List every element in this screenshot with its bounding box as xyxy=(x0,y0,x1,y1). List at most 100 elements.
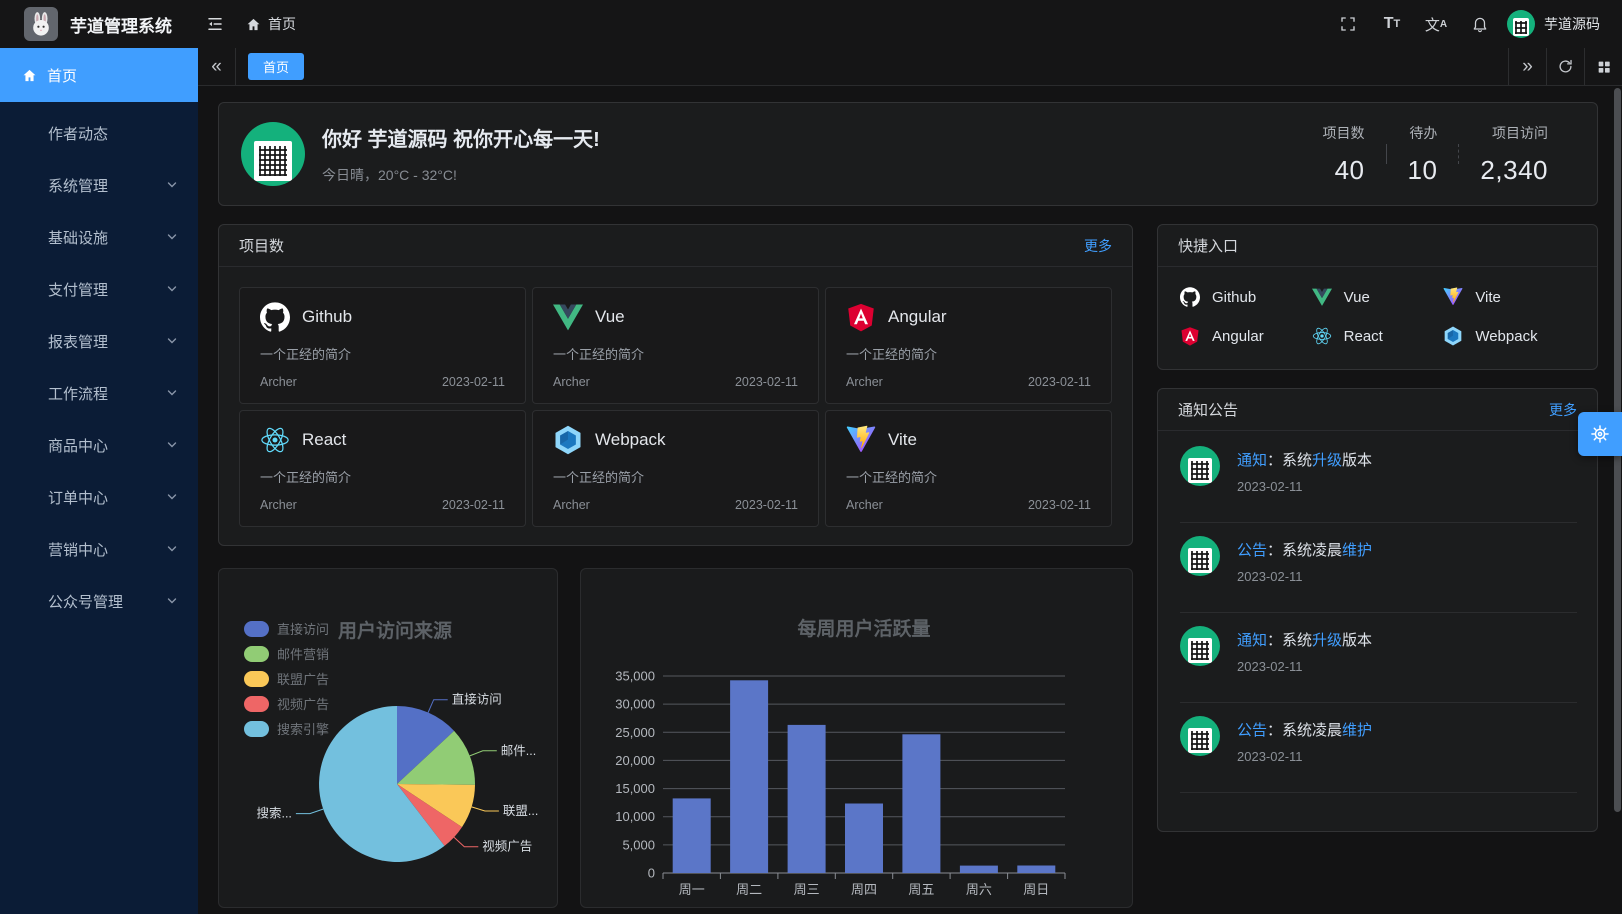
project-card-webpack[interactable]: Webpack 一个正经的简介 Archer 2023-02-11 xyxy=(532,410,819,527)
sidebar-item-home[interactable]: 首页 xyxy=(0,48,198,102)
projects-more-link[interactable]: 更多 xyxy=(1084,236,1112,256)
notice-item-0[interactable]: 通知：系统升级版本 2023-02-11 xyxy=(1180,433,1577,523)
project-name: Vue xyxy=(595,307,625,327)
notice-item-1[interactable]: 公告：系统凌晨维护 2023-02-11 xyxy=(1180,523,1577,613)
sidebar-item-label: 基础设施 xyxy=(48,227,108,248)
notice-date: 2023-02-11 xyxy=(1237,749,1372,764)
notice-title-segment: ：系统凌晨 xyxy=(1267,722,1342,739)
project-date: 2023-02-11 xyxy=(1028,375,1091,389)
project-card-react[interactable]: React 一个正经的简介 Archer 2023-02-11 xyxy=(239,410,526,527)
project-desc: 一个正经的简介 xyxy=(846,344,1091,363)
sidebar-item-label: 订单中心 xyxy=(48,487,108,508)
legend-swatch[interactable] xyxy=(244,671,269,687)
chevron-down-icon xyxy=(166,387,178,399)
sidebar-item-label: 作者动态 xyxy=(48,123,108,144)
legend-label[interactable]: 邮件营销 xyxy=(277,647,329,662)
notice-item-3[interactable]: 公告：系统凌晨维护 2023-02-11 xyxy=(1180,703,1577,793)
notices-more-link[interactable]: 更多 xyxy=(1549,400,1577,420)
sidebar-item-6[interactable]: 工作流程 xyxy=(0,367,198,419)
tabs-scroll-right-icon[interactable]: » xyxy=(1508,48,1546,85)
layout-grid-icon[interactable] xyxy=(1584,48,1622,85)
greeting-title: 你好 芋道源码 祝你开心每一天! xyxy=(322,123,600,152)
github-icon xyxy=(1180,287,1200,307)
avatar xyxy=(1507,10,1535,38)
shortcut-github[interactable]: Github xyxy=(1180,284,1312,310)
github-icon xyxy=(260,302,290,332)
shortcut-vite[interactable]: Vite xyxy=(1443,284,1575,310)
legend-swatch[interactable] xyxy=(244,696,269,712)
bar-6 xyxy=(1017,866,1055,874)
bar-ytick-label: 0 xyxy=(648,866,655,881)
angular-icon xyxy=(846,302,876,332)
project-date: 2023-02-11 xyxy=(735,375,798,389)
legend-swatch[interactable] xyxy=(244,621,269,637)
legend-label[interactable]: 视频广告 xyxy=(277,697,329,712)
bar-xtick-label: 周六 xyxy=(966,882,992,897)
legend-label[interactable]: 联盟广告 xyxy=(277,672,329,687)
chevron-down-icon xyxy=(166,439,178,451)
sidebar-item-label: 商品中心 xyxy=(48,435,108,456)
sidebar-item-5[interactable]: 报表管理 xyxy=(0,315,198,367)
notice-avatar xyxy=(1180,446,1220,486)
legend-label[interactable]: 直接访问 xyxy=(277,622,329,637)
angular-icon xyxy=(1180,326,1200,346)
project-desc: 一个正经的简介 xyxy=(553,344,798,363)
sidebar-item-8[interactable]: 订单中心 xyxy=(0,471,198,523)
sidebar-item-7[interactable]: 商品中心 xyxy=(0,419,198,471)
legend-swatch[interactable] xyxy=(244,721,269,737)
weekly-activity-bar-chart: 每周用户活跃量 05,00010,00015,00020,00025,00030… xyxy=(580,568,1133,908)
notice-title-segment: 维护 xyxy=(1342,542,1372,559)
project-author: Archer xyxy=(260,375,297,389)
chevron-down-icon xyxy=(166,179,178,191)
stat-label: 项目访问 xyxy=(1480,123,1548,143)
project-date: 2023-02-11 xyxy=(442,375,505,389)
project-desc: 一个正经的简介 xyxy=(260,467,505,486)
pie-callout-label: 搜索... xyxy=(256,806,291,821)
breadcrumb-home: 首页 xyxy=(268,14,296,34)
project-author: Archer xyxy=(846,375,883,389)
sidebar-item-4[interactable]: 支付管理 xyxy=(0,263,198,315)
greeting-subtitle: 今日晴，20°C - 32°C! xyxy=(322,165,600,185)
sidebar-item-9[interactable]: 营销中心 xyxy=(0,523,198,575)
home-icon xyxy=(22,68,37,83)
tab-首页[interactable]: 首页 xyxy=(248,53,304,80)
locale-icon[interactable]: 文A xyxy=(1419,0,1453,48)
sidebar-item-1[interactable]: 作者动态 xyxy=(0,107,198,159)
project-card-angular[interactable]: Angular 一个正经的简介 Archer 2023-02-11 xyxy=(825,287,1112,404)
fullscreen-icon[interactable] xyxy=(1331,0,1365,48)
sidebar-item-10[interactable]: 公众号管理 xyxy=(0,575,198,627)
bell-icon[interactable] xyxy=(1463,0,1497,48)
tabbar: « 首页 » xyxy=(198,48,1622,86)
legend-swatch[interactable] xyxy=(244,646,269,662)
menu-fold-icon[interactable] xyxy=(198,0,232,48)
bar-4 xyxy=(902,734,940,873)
notice-date: 2023-02-11 xyxy=(1237,659,1372,674)
notice-title-segment: 公告 xyxy=(1237,722,1267,739)
project-card-github[interactable]: Github 一个正经的简介 Archer 2023-02-11 xyxy=(239,287,526,404)
shortcut-webpack[interactable]: Webpack xyxy=(1443,323,1575,349)
shortcut-angular[interactable]: Angular xyxy=(1180,323,1312,349)
project-card-vite[interactable]: Vite 一个正经的简介 Archer 2023-02-11 xyxy=(825,410,1112,527)
notice-item-2[interactable]: 通知：系统升级版本 2023-02-11 xyxy=(1180,613,1577,703)
notice-date: 2023-02-11 xyxy=(1237,569,1372,584)
settings-fab[interactable] xyxy=(1578,412,1622,456)
breadcrumb[interactable]: 首页 xyxy=(246,14,296,34)
bar-xtick-label: 周二 xyxy=(736,882,762,897)
sidebar-item-2[interactable]: 系统管理 xyxy=(0,159,198,211)
project-date: 2023-02-11 xyxy=(442,498,505,512)
project-name: Angular xyxy=(888,307,947,327)
tabs-scroll-left-icon[interactable]: « xyxy=(198,48,236,85)
user-menu[interactable]: 芋道源码 xyxy=(1507,10,1600,38)
notice-title-segment: ：系统 xyxy=(1267,632,1312,649)
font-size-icon[interactable]: TT xyxy=(1375,0,1409,48)
legend-label[interactable]: 搜索引擎 xyxy=(277,722,329,737)
project-card-vue[interactable]: Vue 一个正经的简介 Archer 2023-02-11 xyxy=(532,287,819,404)
project-desc: 一个正经的简介 xyxy=(846,467,1091,486)
sidebar-item-3[interactable]: 基础设施 xyxy=(0,211,198,263)
app-logo-area[interactable]: 芋道管理系统 xyxy=(0,7,198,41)
bar-1 xyxy=(730,680,768,873)
shortcut-vue[interactable]: Vue xyxy=(1312,284,1444,310)
shortcut-react[interactable]: React xyxy=(1312,323,1444,349)
refresh-icon[interactable] xyxy=(1546,48,1584,85)
bar-xtick-label: 周一 xyxy=(679,882,705,897)
